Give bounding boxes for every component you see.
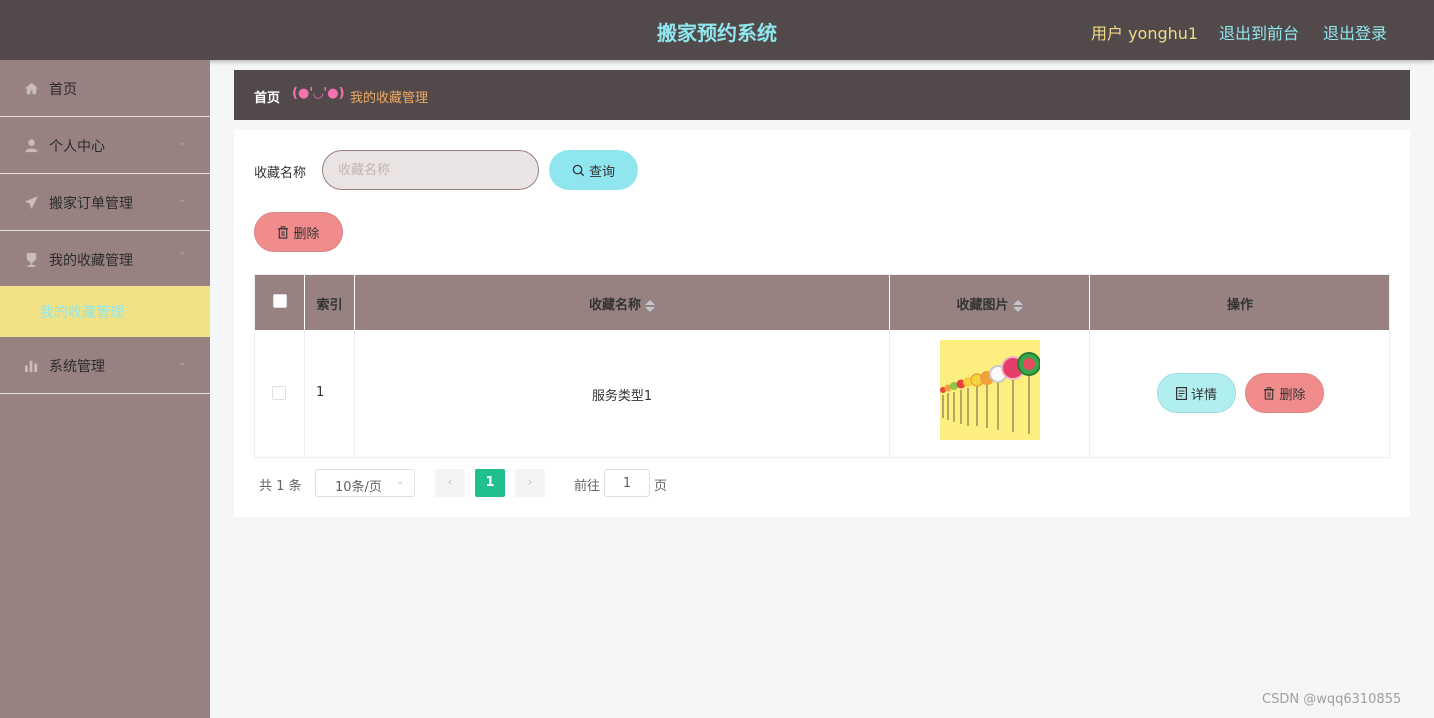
row-name: 服务类型1 xyxy=(591,389,653,404)
header-image-cell[interactable]: 收藏图片 xyxy=(890,275,1090,330)
watermark: CSDN @wqq6310855 xyxy=(1262,692,1402,707)
goto-page-input[interactable] xyxy=(604,469,650,497)
bar-chart-icon xyxy=(24,360,38,373)
row-select-cell xyxy=(255,330,305,457)
sidebar-item-label: 我的收藏管理 xyxy=(49,253,133,269)
sidebar-item-label: 首页 xyxy=(49,82,77,98)
next-page-button[interactable]: › xyxy=(515,469,545,497)
query-button-label: 查询 xyxy=(588,163,615,179)
header-index-cell: 索引 xyxy=(305,275,355,330)
home-icon xyxy=(24,82,39,95)
row-checkbox[interactable] xyxy=(272,386,286,400)
column-header-actions: 操作 xyxy=(1226,298,1253,313)
trash-icon xyxy=(1264,386,1275,400)
chevron-down-icon: ⌄ xyxy=(178,357,187,368)
back-to-front-link[interactable]: 退出到前台 xyxy=(1219,20,1299,44)
send-icon xyxy=(24,195,39,210)
sidebar-item-home[interactable]: 首页 xyxy=(0,60,210,117)
sort-icon[interactable] xyxy=(1012,299,1023,313)
pagination-total: 共 1 条 xyxy=(259,479,302,494)
row-actions-cell: 详情 删除 xyxy=(1090,330,1390,457)
sidebar-item-personal-center[interactable]: 个人中心 ⌄ xyxy=(0,117,210,174)
breadcrumb-emoticon: (●'◡'●) xyxy=(292,86,345,101)
row-name-cell: 服务类型1 xyxy=(355,330,890,457)
search-label: 收藏名称 xyxy=(254,166,307,181)
sidebar-item-label: 个人中心 xyxy=(49,139,105,155)
goto-page-suffix: 页 xyxy=(654,479,668,494)
chevron-down-icon: ⌄ xyxy=(178,137,187,148)
sidebar-item-label: 搬家订单管理 xyxy=(49,196,133,212)
header-actions-cell: 操作 xyxy=(1090,275,1390,330)
trash-icon xyxy=(278,225,289,239)
sidebar-item-system[interactable]: 系统管理 ⌄ xyxy=(0,337,210,394)
pagination: 共 1 条 10条/页 ⌄ ‹ 1 › 前往 页 xyxy=(254,469,1354,497)
header-select-cell xyxy=(255,275,305,330)
document-icon xyxy=(1175,386,1187,400)
row-delete-button[interactable]: 删除 xyxy=(1245,373,1324,413)
page-size-select[interactable]: 10条/页 ⌄ xyxy=(315,469,415,497)
search-icon xyxy=(572,164,585,176)
breadcrumb-current: 我的收藏管理 xyxy=(350,91,429,106)
page-number-button[interactable]: 1 xyxy=(475,469,505,497)
sidebar: 首页 个人中心 ⌄ 搬家订单管理 ⌄ 我的收藏管理 ⌃ 我的收藏管理 系统管理 … xyxy=(0,60,210,718)
sidebar-item-moving-orders[interactable]: 搬家订单管理 ⌄ xyxy=(0,174,210,231)
favorite-thumbnail-image xyxy=(940,340,1040,440)
sidebar-item-label: 系统管理 xyxy=(49,359,105,375)
sidebar-subitem-label: 我的收藏管理 xyxy=(40,305,124,321)
breadcrumb: 首页 (●'◡'●) 我的收藏管理 xyxy=(234,70,1410,120)
row-index-cell: 1 xyxy=(305,330,355,457)
fruit-lollipops-image xyxy=(940,352,1040,434)
row-index: 1 xyxy=(316,385,325,400)
table-header: 索引 收藏名称 收藏图片 操作 xyxy=(255,275,1389,330)
query-button[interactable]: 查询 xyxy=(549,150,638,190)
chevron-right-icon: › xyxy=(527,475,533,490)
column-header-index: 索引 xyxy=(316,298,343,313)
user-icon xyxy=(25,139,38,153)
breadcrumb-home[interactable]: 首页 xyxy=(254,87,280,106)
prev-page-button[interactable]: ‹ xyxy=(435,469,465,497)
search-input[interactable] xyxy=(322,150,539,190)
main-panel: 收藏名称 查询 删除 索引 收藏名称 收藏图片 操作 xyxy=(234,130,1410,517)
trophy-icon xyxy=(26,252,37,267)
logout-link[interactable]: 退出登录 xyxy=(1323,20,1387,44)
chevron-down-icon: ⌄ xyxy=(396,476,405,487)
row-delete-label: 删除 xyxy=(1279,386,1306,402)
table-row: 1 服务类型1 详情 删除 xyxy=(255,330,1389,457)
select-all-checkbox[interactable] xyxy=(273,294,287,308)
chevron-left-icon: ‹ xyxy=(447,475,453,490)
detail-button-label: 详情 xyxy=(1190,386,1217,402)
page-size-value: 10条/页 xyxy=(335,480,382,495)
goto-label: 前往 xyxy=(574,479,601,494)
batch-delete-button[interactable]: 删除 xyxy=(254,212,343,252)
top-bar: 搬家预约系统 用户 yonghu1 退出到前台 退出登录 xyxy=(0,0,1434,60)
chevron-up-icon: ⌃ xyxy=(178,251,187,262)
column-header-image: 收藏图片 xyxy=(890,294,1089,313)
batch-delete-label: 删除 xyxy=(293,225,320,241)
sidebar-item-my-favorites[interactable]: 我的收藏管理 ⌃ xyxy=(0,231,210,288)
detail-button[interactable]: 详情 xyxy=(1157,373,1236,413)
favorites-table: 索引 收藏名称 收藏图片 操作 1 服务类型1 详情 删除 xyxy=(254,274,1390,458)
chevron-down-icon: ⌄ xyxy=(178,194,187,205)
header-name-cell[interactable]: 收藏名称 xyxy=(355,275,890,330)
current-user-label: 用户 yonghu1 xyxy=(1091,24,1199,43)
sort-icon[interactable] xyxy=(645,299,655,313)
column-header-name: 收藏名称 xyxy=(355,294,889,313)
sidebar-subitem-my-favorites[interactable]: 我的收藏管理 xyxy=(0,286,210,337)
row-image-cell xyxy=(890,330,1090,457)
